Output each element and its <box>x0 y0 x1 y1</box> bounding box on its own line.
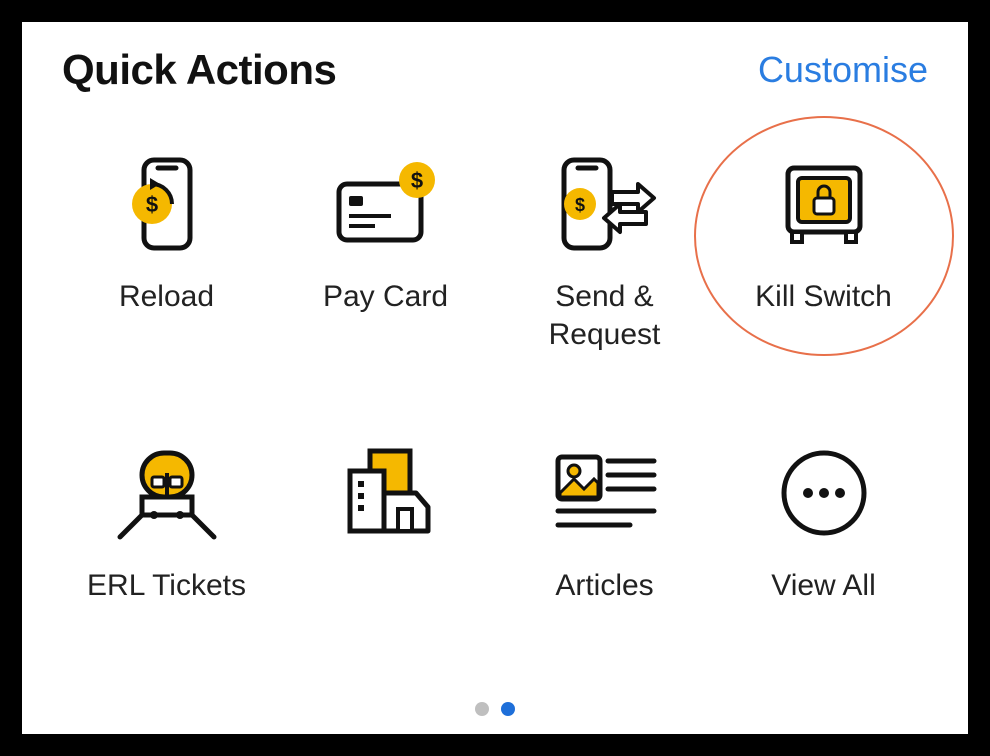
view-all-icon <box>774 443 874 543</box>
pager-dot[interactable] <box>475 702 489 716</box>
pager-dot-active[interactable] <box>501 702 515 716</box>
tile-buildings[interactable] <box>286 443 486 605</box>
articles-icon <box>550 443 660 543</box>
tile-label: Pay Card <box>323 278 448 316</box>
page-indicator <box>475 702 515 716</box>
svg-text:$: $ <box>145 192 157 217</box>
tile-label: View All <box>771 567 876 605</box>
erl-tickets-icon <box>112 443 222 543</box>
tile-view-all[interactable]: View All <box>724 443 924 605</box>
svg-text:$: $ <box>574 195 584 215</box>
tile-label: Send & Request <box>505 278 705 353</box>
tile-kill-switch[interactable]: Kill Switch <box>724 154 924 353</box>
tile-pay-card[interactable]: $ Pay Card <box>286 154 486 353</box>
tile-label: Reload <box>119 278 214 316</box>
buildings-icon <box>336 443 436 543</box>
tile-label: Kill Switch <box>755 278 892 316</box>
customise-button[interactable]: Customise <box>758 49 928 91</box>
tile-reload[interactable]: $ Reload <box>67 154 267 353</box>
send-request-icon: $ <box>550 154 660 254</box>
tile-label: ERL Tickets <box>87 567 246 605</box>
page-title: Quick Actions <box>62 46 336 94</box>
kill-switch-icon <box>774 154 874 254</box>
header: Quick Actions Customise <box>62 46 928 94</box>
quick-actions-panel: Quick Actions Customise $ Reload <box>22 22 968 734</box>
quick-actions-grid: $ Reload $ Pay Card <box>62 154 928 605</box>
svg-text:$: $ <box>410 168 422 193</box>
tile-label: Articles <box>555 567 653 605</box>
tile-erl-tickets[interactable]: ERL Tickets <box>67 443 267 605</box>
reload-icon: $ <box>122 154 212 254</box>
tile-articles[interactable]: Articles <box>505 443 705 605</box>
pay-card-icon: $ <box>331 154 441 254</box>
tile-send-request[interactable]: $ Send & Request <box>505 154 705 353</box>
